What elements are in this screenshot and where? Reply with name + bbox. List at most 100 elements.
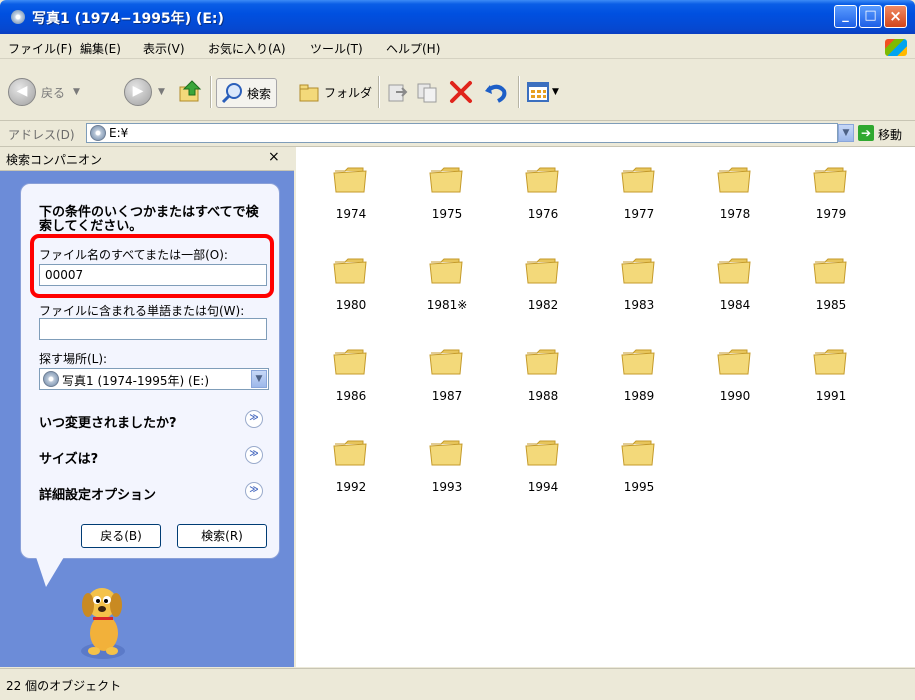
folders-label: フォルダ [324,85,373,100]
chevron-down-icon[interactable]: ▼ [251,370,267,388]
folder-icon [429,258,463,284]
menu-edit[interactable]: 編集(E) [80,40,121,57]
address-dropdown-button[interactable]: ▼ [838,124,854,142]
folder-label: 1984 [719,298,751,312]
toolbar-separator [378,76,380,108]
cd-drive-icon [43,371,59,387]
folder-icon [333,440,367,466]
folder-tree-icon [299,84,319,102]
folder-label: 1974 [335,207,367,221]
size-option[interactable]: サイズは? ≫ [39,446,269,467]
folder-item[interactable]: 1990 [700,337,770,417]
folder-item[interactable]: 1985 [796,246,866,326]
title-bar[interactable]: 写真1 (1974−1995年) (E:) _ □ × [0,0,915,34]
menu-favorites[interactable]: お気に入り(A) [208,40,286,57]
expand-chevron-icon[interactable]: ≫ [245,446,263,464]
folder-icon [813,258,847,284]
folder-label: 1976 [527,207,559,221]
folder-item[interactable]: 1983 [604,246,674,326]
file-list: 1974 1975 1976 1977 1978 1979 1980 1981※ 1982 198… [296,147,915,667]
folder-item[interactable]: 1975 [412,155,482,235]
folder-item[interactable]: 1974 [316,155,386,235]
search-companion-pane: 検索コンパニオン × 下の条件のいくつかまたはすべてで検索してください。 ファイ… [0,147,294,667]
move-to-button[interactable] [386,78,410,106]
menu-view[interactable]: 表示(V) [143,40,185,57]
folder-item[interactable]: 1984 [700,246,770,326]
go-arrow-icon[interactable]: ➔ [858,125,874,141]
address-label: アドレス(D) [8,128,75,142]
folder-item[interactable]: 1991 [796,337,866,417]
copy-to-button[interactable] [416,78,440,106]
advanced-option[interactable]: 詳細設定オプション ≫ [39,482,269,503]
folder-item[interactable]: 1982 [508,246,578,326]
delete-button[interactable] [448,78,474,106]
menu-bar: ファイル(F) 編集(E) 表示(V) お気に入り(A) ツール(T) ヘルプ(… [0,36,915,59]
folder-item[interactable]: 1977 [604,155,674,235]
word-label: ファイルに含まれる単語または句(W): [39,304,245,318]
folders-button[interactable]: フォルダ [297,78,372,106]
folder-label: 1983 [623,298,655,312]
minimize-button[interactable]: _ [834,5,857,28]
undo-icon [485,84,507,103]
folder-item[interactable]: 1978 [700,155,770,235]
pane-close-button[interactable]: × [268,149,280,165]
search-label: 検索 [247,86,272,101]
chevron-down-icon: ▼ [158,87,165,97]
folder-item[interactable]: 1988 [508,337,578,417]
folder-item[interactable]: 1979 [796,155,866,235]
up-folder-icon [179,80,202,102]
folder-label: 1992 [335,480,367,494]
address-input[interactable]: E:¥ [86,123,838,143]
folder-label: 1990 [719,389,751,403]
folder-label: 1979 [815,207,847,221]
maximize-button[interactable]: □ [859,5,882,28]
folder-item[interactable]: 1995 [604,428,674,508]
folder-icon [429,167,463,193]
folder-icon [525,167,559,193]
menu-tools[interactable]: ツール(T) [310,40,363,57]
go-button[interactable]: 移動 [878,126,902,143]
back-button[interactable]: ◀ 戻る ▼ [8,78,80,106]
folder-icon [717,349,751,375]
option-label: サイズは? [39,452,99,467]
expand-chevron-icon[interactable]: ≫ [245,410,263,428]
folder-icon [525,349,559,375]
run-search-button[interactable]: 検索(R) [177,524,267,548]
cd-drive-icon [11,10,25,24]
search-heading: 下の条件のいくつかまたはすべてで検索してください。 [39,205,259,234]
word-input[interactable] [39,318,267,340]
toolbar-separator [210,76,212,108]
folder-item[interactable]: 1980 [316,246,386,326]
balloon-tail [36,557,64,587]
search-button[interactable]: 検索 [216,78,278,108]
address-value: E:¥ [109,126,129,140]
forward-button[interactable]: ▶ ▼ [124,78,165,106]
views-icon [527,82,549,102]
folder-item[interactable]: 1981※ [412,246,482,326]
back-search-button[interactable]: 戻る(B) [81,524,161,548]
menu-file[interactable]: ファイル(F) [8,40,72,57]
folder-item[interactable]: 1992 [316,428,386,508]
folder-item[interactable]: 1976 [508,155,578,235]
folder-icon [621,258,655,284]
folder-item[interactable]: 1987 [412,337,482,417]
close-button[interactable]: × [884,5,907,28]
folder-item[interactable]: 1994 [508,428,578,508]
folder-item[interactable]: 1989 [604,337,674,417]
menu-help[interactable]: ヘルプ(H) [386,40,440,57]
modified-date-option[interactable]: いつ変更されましたか? ≫ [39,410,269,431]
location-select[interactable]: 写真1 (1974-1995年) (E:) ▼ [39,368,269,390]
folder-label: 1989 [623,389,655,403]
toolbar: ◀ 戻る ▼ ▶ ▼ 検索 フォルダ ▼ [0,60,915,121]
views-button[interactable]: ▼ [526,78,559,106]
folder-icon [333,167,367,193]
folder-item[interactable]: 1986 [316,337,386,417]
folder-icon [717,258,751,284]
expand-chevron-icon[interactable]: ≫ [245,482,263,500]
folder-label: 1988 [527,389,559,403]
folder-label: 1978 [719,207,751,221]
folder-icon [525,440,559,466]
up-folder-button[interactable] [178,78,204,106]
undo-button[interactable] [482,78,508,106]
folder-item[interactable]: 1993 [412,428,482,508]
